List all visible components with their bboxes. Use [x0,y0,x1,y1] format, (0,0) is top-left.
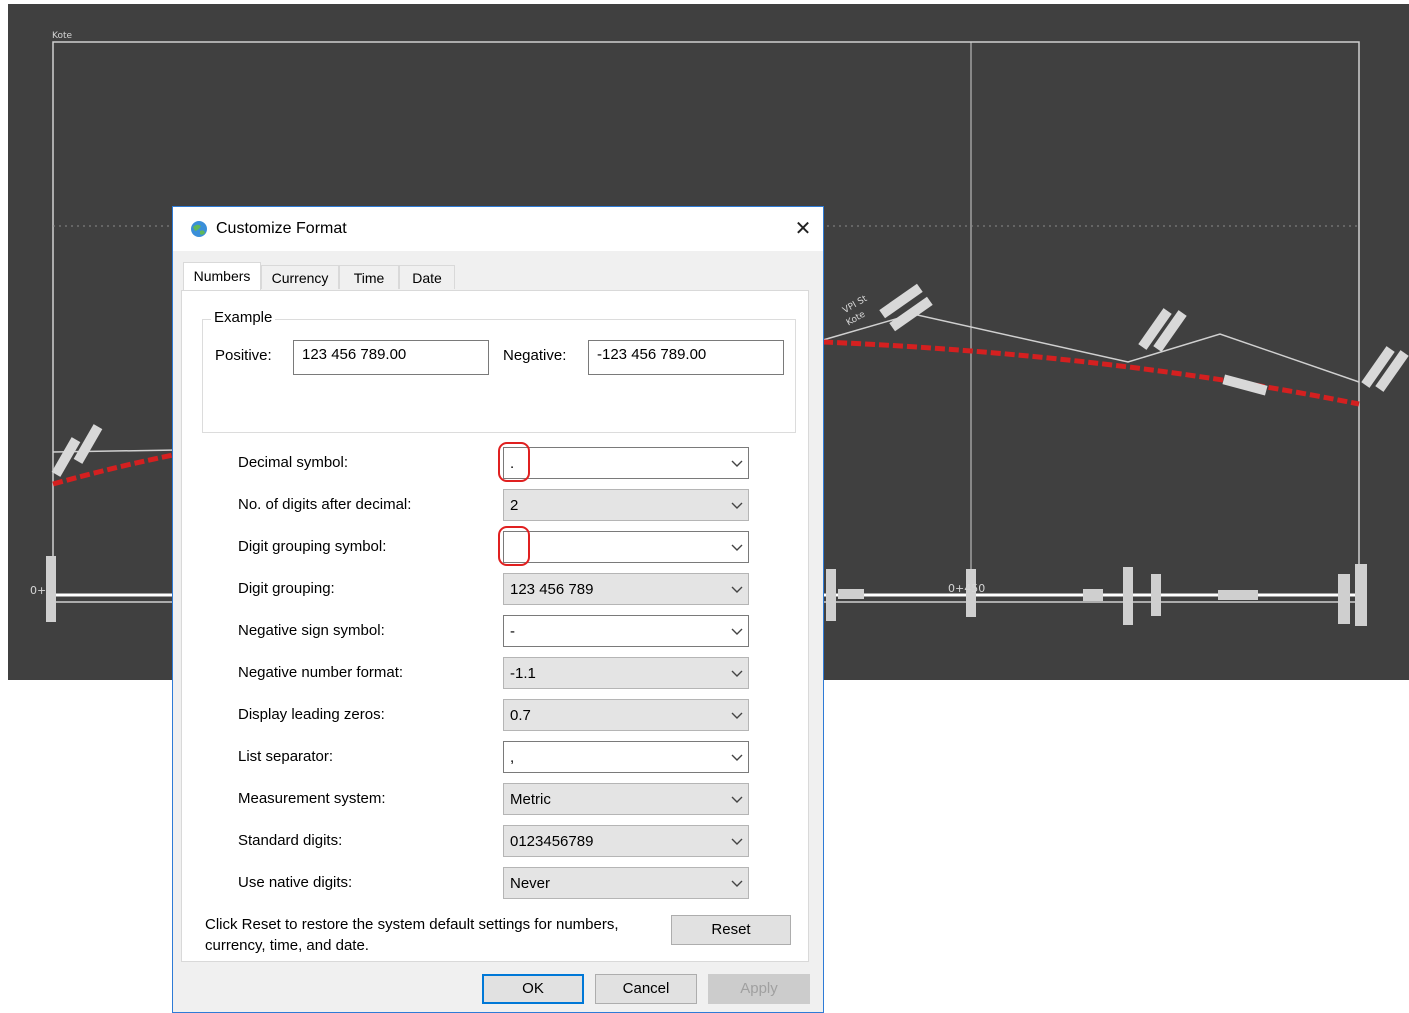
tab-currency[interactable]: Currency [261,265,339,289]
dialog-titlebar[interactable]: Customize Format ✕ [173,207,823,251]
chevron-down-icon [731,628,743,635]
design-profile-right [822,339,1360,407]
setting-value: Never [510,875,551,892]
design-profile-left [52,451,179,487]
station-tick [1083,589,1103,601]
chevron-down-icon [731,460,743,467]
ok-button[interactable]: OK [482,974,584,1004]
example-group: Example Positive: 123 456 789.00 Negativ… [202,309,796,433]
chevron-down-icon [731,838,743,845]
setting-label: Use native digits: [238,874,353,891]
setting-combobox[interactable]: 0.7 [503,699,749,731]
station-tick [46,556,56,622]
customize-format-dialog: Customize Format ✕ Numbers Currency Time… [172,206,824,1013]
dialog-title: Customize Format [216,220,347,237]
setting-label: Digit grouping: [238,580,335,597]
apply-button[interactable]: Apply [708,974,810,1004]
tab-date[interactable]: Date [399,265,455,289]
tab-time[interactable]: Time [339,265,399,289]
vpi-annotation-block [1222,374,1268,396]
reset-button[interactable]: Reset [671,915,791,945]
setting-label: Negative sign symbol: [238,622,385,639]
setting-combobox[interactable] [503,531,749,563]
negative-example-field: -123 456 789.00 [588,340,784,375]
left-station-label: 0+ [30,584,47,597]
negative-label: Negative: [503,347,567,364]
chevron-down-icon [731,670,743,677]
chevron-down-icon [731,796,743,803]
setting-label: Measurement system: [238,790,386,807]
setting-combobox[interactable]: - [503,615,749,647]
cancel-button[interactable]: Cancel [595,974,697,1004]
setting-combobox[interactable]: -1.1 [503,657,749,689]
setting-combobox[interactable]: Never [503,867,749,899]
station-tick [1151,574,1161,616]
station-tick [1355,564,1367,626]
chevron-down-icon [731,586,743,593]
numbers-tab-panel: Example Positive: 123 456 789.00 Negativ… [181,290,809,962]
reset-note: Click Reset to restore the system defaul… [205,916,619,954]
setting-combobox[interactable]: Metric [503,783,749,815]
setting-combobox[interactable]: 123 456 789 [503,573,749,605]
setting-label: Digit grouping symbol: [238,538,387,555]
chevron-down-icon [731,712,743,719]
setting-label: No. of digits after decimal: [238,496,412,513]
station-tick [1123,567,1133,625]
station-label: 0+450 [948,582,986,595]
setting-label: Display leading zeros: [238,706,385,723]
setting-value: - [510,623,515,640]
highlight-circle [498,526,530,566]
setting-label: Standard digits: [238,832,343,849]
positive-label: Positive: [215,347,272,364]
positive-example-field: 123 456 789.00 [293,340,489,375]
station-tick [1338,574,1350,624]
setting-combobox[interactable]: . [503,447,749,479]
axis-label: Kote [52,31,73,41]
station-tick [1218,590,1258,600]
setting-label: List separator: [238,748,334,765]
chevron-down-icon [731,880,743,887]
setting-value: 123 456 789 [510,581,594,598]
setting-label: Decimal symbol: [238,454,349,471]
setting-value: 0123456789 [510,833,594,850]
chevron-down-icon [731,544,743,551]
chevron-down-icon [731,754,743,761]
example-legend: Example [211,309,276,326]
station-tick [826,569,836,621]
station-tick [838,589,864,599]
setting-value: 2 [510,497,519,514]
setting-combobox[interactable]: , [503,741,749,773]
setting-value: Metric [510,791,551,808]
globe-icon [191,221,207,237]
setting-value: -1.1 [510,665,536,682]
setting-label: Negative number format: [238,664,404,681]
setting-value: , [510,749,515,766]
chevron-down-icon [731,502,743,509]
tab-numbers[interactable]: Numbers [183,262,261,291]
close-button[interactable]: ✕ [789,215,817,243]
highlight-circle [498,442,530,482]
setting-combobox[interactable]: 0123456789 [503,825,749,857]
setting-value: 0.7 [510,707,531,724]
setting-combobox[interactable]: 2 [503,489,749,521]
